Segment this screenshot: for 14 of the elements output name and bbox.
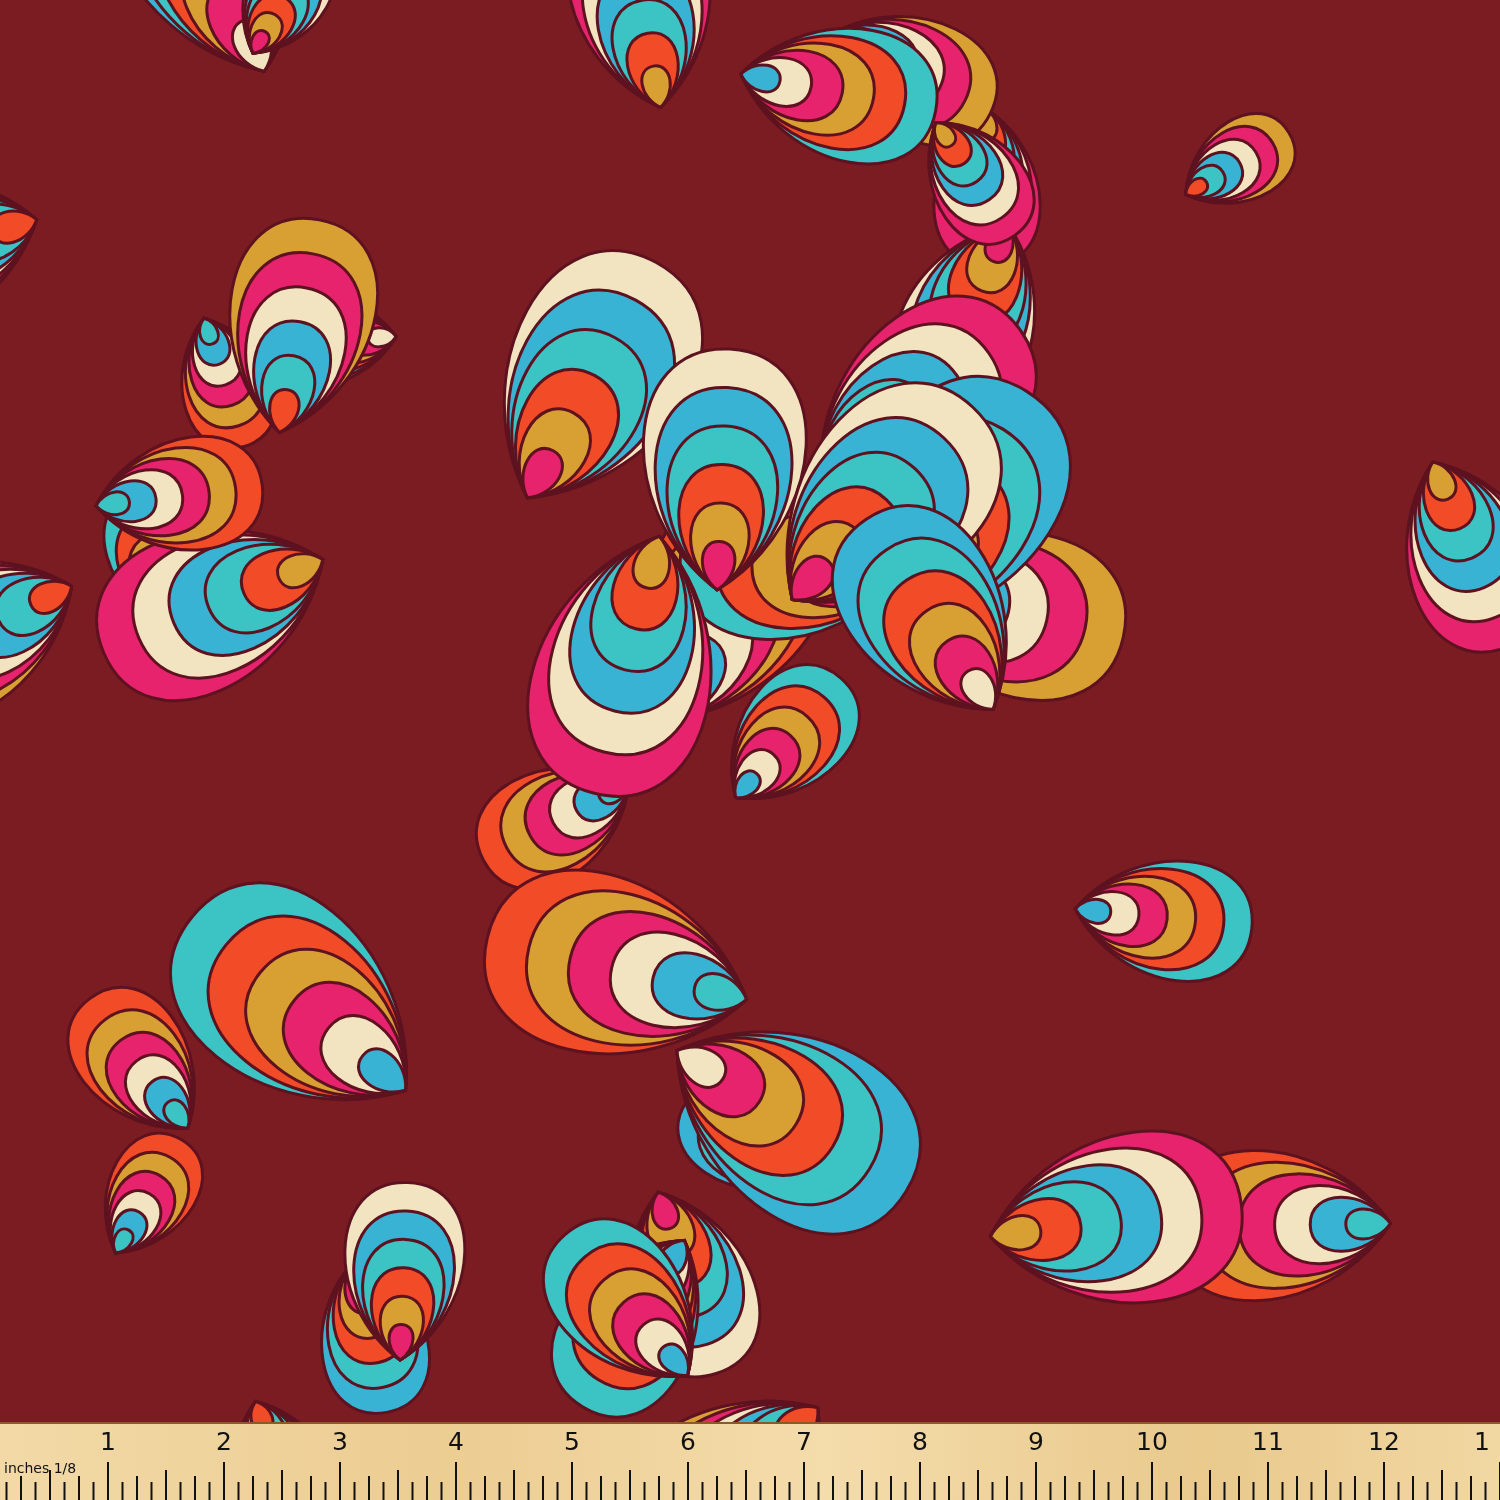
- ruler-number: 12: [1367, 1426, 1401, 1458]
- ruler-number: 1: [1474, 1426, 1490, 1458]
- ruler-number: 1: [99, 1426, 117, 1458]
- ruler-number: 10: [1135, 1426, 1169, 1458]
- ruler-number: 5: [563, 1426, 581, 1458]
- ruler-number: 8: [911, 1426, 929, 1458]
- ruler-number: 4: [447, 1426, 465, 1458]
- ruler-number: 6: [679, 1426, 697, 1458]
- ruler-number: 9: [1027, 1426, 1045, 1458]
- unit-label: inches 1/8: [3, 1460, 77, 1476]
- ruler-number: 2: [215, 1426, 233, 1458]
- ruler-number: 3: [331, 1426, 349, 1458]
- ruler-number: 7: [795, 1426, 813, 1458]
- ruler-number: 11: [1251, 1426, 1285, 1458]
